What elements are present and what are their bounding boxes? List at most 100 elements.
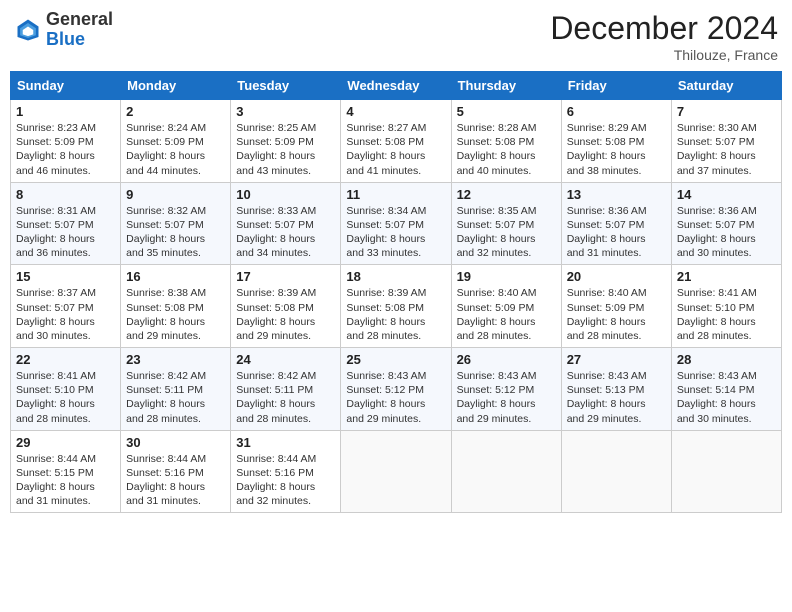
- calendar-cell: 7 Sunrise: 8:30 AMSunset: 5:07 PMDaylight…: [671, 100, 781, 183]
- calendar-cell: 27 Sunrise: 8:43 AMSunset: 5:13 PMDayligh…: [561, 348, 671, 431]
- day-info: Sunrise: 8:25 AMSunset: 5:09 PMDaylight:…: [236, 121, 335, 178]
- day-info: Sunrise: 8:41 AMSunset: 5:10 PMDaylight:…: [16, 369, 115, 426]
- calendar-cell: 4 Sunrise: 8:27 AMSunset: 5:08 PMDaylight…: [341, 100, 451, 183]
- calendar-cell: 22 Sunrise: 8:41 AMSunset: 5:10 PMDayligh…: [11, 348, 121, 431]
- day-number: 9: [126, 187, 225, 202]
- day-number: 21: [677, 269, 776, 284]
- day-info: Sunrise: 8:29 AMSunset: 5:08 PMDaylight:…: [567, 121, 666, 178]
- day-info: Sunrise: 8:44 AMSunset: 5:15 PMDaylight:…: [16, 452, 115, 509]
- calendar-cell: [671, 430, 781, 513]
- day-number: 7: [677, 104, 776, 119]
- day-info: Sunrise: 8:35 AMSunset: 5:07 PMDaylight:…: [457, 204, 556, 261]
- day-number: 19: [457, 269, 556, 284]
- calendar-cell: 5 Sunrise: 8:28 AMSunset: 5:08 PMDaylight…: [451, 100, 561, 183]
- calendar-cell: 31 Sunrise: 8:44 AMSunset: 5:16 PMDayligh…: [231, 430, 341, 513]
- calendar-cell: 20 Sunrise: 8:40 AMSunset: 5:09 PMDayligh…: [561, 265, 671, 348]
- calendar-cell: 17Sunrise: 8:39 AMSunset: 5:08 PMDayligh…: [231, 265, 341, 348]
- day-info: Sunrise: 8:30 AMSunset: 5:07 PMDaylight:…: [677, 121, 776, 178]
- day-number: 20: [567, 269, 666, 284]
- day-info: Sunrise: 8:38 AMSunset: 5:08 PMDaylight:…: [126, 286, 225, 343]
- logo-blue: Blue: [46, 30, 113, 50]
- day-number: 13: [567, 187, 666, 202]
- calendar-week-row: 1 Sunrise: 8:23 AMSunset: 5:09 PMDaylight…: [11, 100, 782, 183]
- calendar-cell: 10 Sunrise: 8:33 AMSunset: 5:07 PMDayligh…: [231, 182, 341, 265]
- day-info: Sunrise: 8:43 AMSunset: 5:12 PMDaylight:…: [457, 369, 556, 426]
- day-number: 27: [567, 352, 666, 367]
- day-info: Sunrise: 8:28 AMSunset: 5:08 PMDaylight:…: [457, 121, 556, 178]
- day-number: 8: [16, 187, 115, 202]
- calendar-cell: 30Sunrise: 8:44 AMSunset: 5:16 PMDayligh…: [121, 430, 231, 513]
- day-number: 18: [346, 269, 445, 284]
- calendar-header-row: SundayMondayTuesdayWednesdayThursdayFrid…: [11, 72, 782, 100]
- calendar-cell: [451, 430, 561, 513]
- day-number: 17: [236, 269, 335, 284]
- calendar-cell: 19 Sunrise: 8:40 AMSunset: 5:09 PMDayligh…: [451, 265, 561, 348]
- calendar-cell: [561, 430, 671, 513]
- day-info: Sunrise: 8:44 AMSunset: 5:16 PMDaylight:…: [236, 452, 335, 509]
- day-info: Sunrise: 8:40 AMSunset: 5:09 PMDaylight:…: [457, 286, 556, 343]
- month-title: December 2024: [550, 10, 778, 47]
- calendar-cell: 23Sunrise: 8:42 AMSunset: 5:11 PMDayligh…: [121, 348, 231, 431]
- weekday-header-friday: Friday: [561, 72, 671, 100]
- calendar-cell: 2Sunrise: 8:24 AMSunset: 5:09 PMDaylight…: [121, 100, 231, 183]
- calendar-body: 1 Sunrise: 8:23 AMSunset: 5:09 PMDaylight…: [11, 100, 782, 513]
- calendar-cell: 24Sunrise: 8:42 AMSunset: 5:11 PMDayligh…: [231, 348, 341, 431]
- calendar-cell: 21 Sunrise: 8:41 AMSunset: 5:10 PMDayligh…: [671, 265, 781, 348]
- weekday-header-monday: Monday: [121, 72, 231, 100]
- day-number: 29: [16, 435, 115, 450]
- calendar-week-row: 22 Sunrise: 8:41 AMSunset: 5:10 PMDayligh…: [11, 348, 782, 431]
- day-number: 16: [126, 269, 225, 284]
- logo-icon: [14, 16, 42, 44]
- calendar-cell: 6 Sunrise: 8:29 AMSunset: 5:08 PMDaylight…: [561, 100, 671, 183]
- calendar-cell: 14 Sunrise: 8:36 AMSunset: 5:07 PMDayligh…: [671, 182, 781, 265]
- day-info: Sunrise: 8:43 AMSunset: 5:13 PMDaylight:…: [567, 369, 666, 426]
- logo: General Blue: [14, 10, 113, 50]
- day-number: 6: [567, 104, 666, 119]
- logo-general: General: [46, 10, 113, 30]
- day-info: Sunrise: 8:41 AMSunset: 5:10 PMDaylight:…: [677, 286, 776, 343]
- day-number: 24: [236, 352, 335, 367]
- day-number: 3: [236, 104, 335, 119]
- day-info: Sunrise: 8:34 AMSunset: 5:07 PMDaylight:…: [346, 204, 445, 261]
- weekday-header-tuesday: Tuesday: [231, 72, 341, 100]
- day-number: 10: [236, 187, 335, 202]
- calendar-cell: 15Sunrise: 8:37 AMSunset: 5:07 PMDayligh…: [11, 265, 121, 348]
- day-info: Sunrise: 8:40 AMSunset: 5:09 PMDaylight:…: [567, 286, 666, 343]
- weekday-header-saturday: Saturday: [671, 72, 781, 100]
- day-info: Sunrise: 8:33 AMSunset: 5:07 PMDaylight:…: [236, 204, 335, 261]
- day-number: 26: [457, 352, 556, 367]
- day-number: 28: [677, 352, 776, 367]
- day-number: 30: [126, 435, 225, 450]
- day-info: Sunrise: 8:39 AMSunset: 5:08 PMDaylight:…: [346, 286, 445, 343]
- day-number: 5: [457, 104, 556, 119]
- calendar-cell: 13 Sunrise: 8:36 AMSunset: 5:07 PMDayligh…: [561, 182, 671, 265]
- day-info: Sunrise: 8:43 AMSunset: 5:14 PMDaylight:…: [677, 369, 776, 426]
- day-number: 22: [16, 352, 115, 367]
- day-number: 1: [16, 104, 115, 119]
- day-info: Sunrise: 8:36 AMSunset: 5:07 PMDaylight:…: [677, 204, 776, 261]
- calendar-cell: 9Sunrise: 8:32 AMSunset: 5:07 PMDaylight…: [121, 182, 231, 265]
- day-number: 2: [126, 104, 225, 119]
- day-number: 12: [457, 187, 556, 202]
- day-number: 23: [126, 352, 225, 367]
- calendar-cell: 26 Sunrise: 8:43 AMSunset: 5:12 PMDayligh…: [451, 348, 561, 431]
- weekday-header-wednesday: Wednesday: [341, 72, 451, 100]
- day-info: Sunrise: 8:23 AMSunset: 5:09 PMDaylight:…: [16, 121, 115, 178]
- weekday-header-sunday: Sunday: [11, 72, 121, 100]
- calendar-cell: 3 Sunrise: 8:25 AMSunset: 5:09 PMDaylight…: [231, 100, 341, 183]
- calendar-cell: 16 Sunrise: 8:38 AMSunset: 5:08 PMDayligh…: [121, 265, 231, 348]
- weekday-header-thursday: Thursday: [451, 72, 561, 100]
- day-info: Sunrise: 8:36 AMSunset: 5:07 PMDaylight:…: [567, 204, 666, 261]
- calendar-cell: 28 Sunrise: 8:43 AMSunset: 5:14 PMDayligh…: [671, 348, 781, 431]
- calendar-week-row: 29 Sunrise: 8:44 AMSunset: 5:15 PMDayligh…: [11, 430, 782, 513]
- day-number: 31: [236, 435, 335, 450]
- day-number: 25: [346, 352, 445, 367]
- day-info: Sunrise: 8:27 AMSunset: 5:08 PMDaylight:…: [346, 121, 445, 178]
- calendar-cell: 29 Sunrise: 8:44 AMSunset: 5:15 PMDayligh…: [11, 430, 121, 513]
- calendar-cell: 25Sunrise: 8:43 AMSunset: 5:12 PMDayligh…: [341, 348, 451, 431]
- calendar-cell: 12 Sunrise: 8:35 AMSunset: 5:07 PMDayligh…: [451, 182, 561, 265]
- day-number: 14: [677, 187, 776, 202]
- page-header: General Blue December 2024 Thilouze, Fra…: [10, 10, 782, 63]
- calendar-cell: 11Sunrise: 8:34 AMSunset: 5:07 PMDayligh…: [341, 182, 451, 265]
- day-number: 4: [346, 104, 445, 119]
